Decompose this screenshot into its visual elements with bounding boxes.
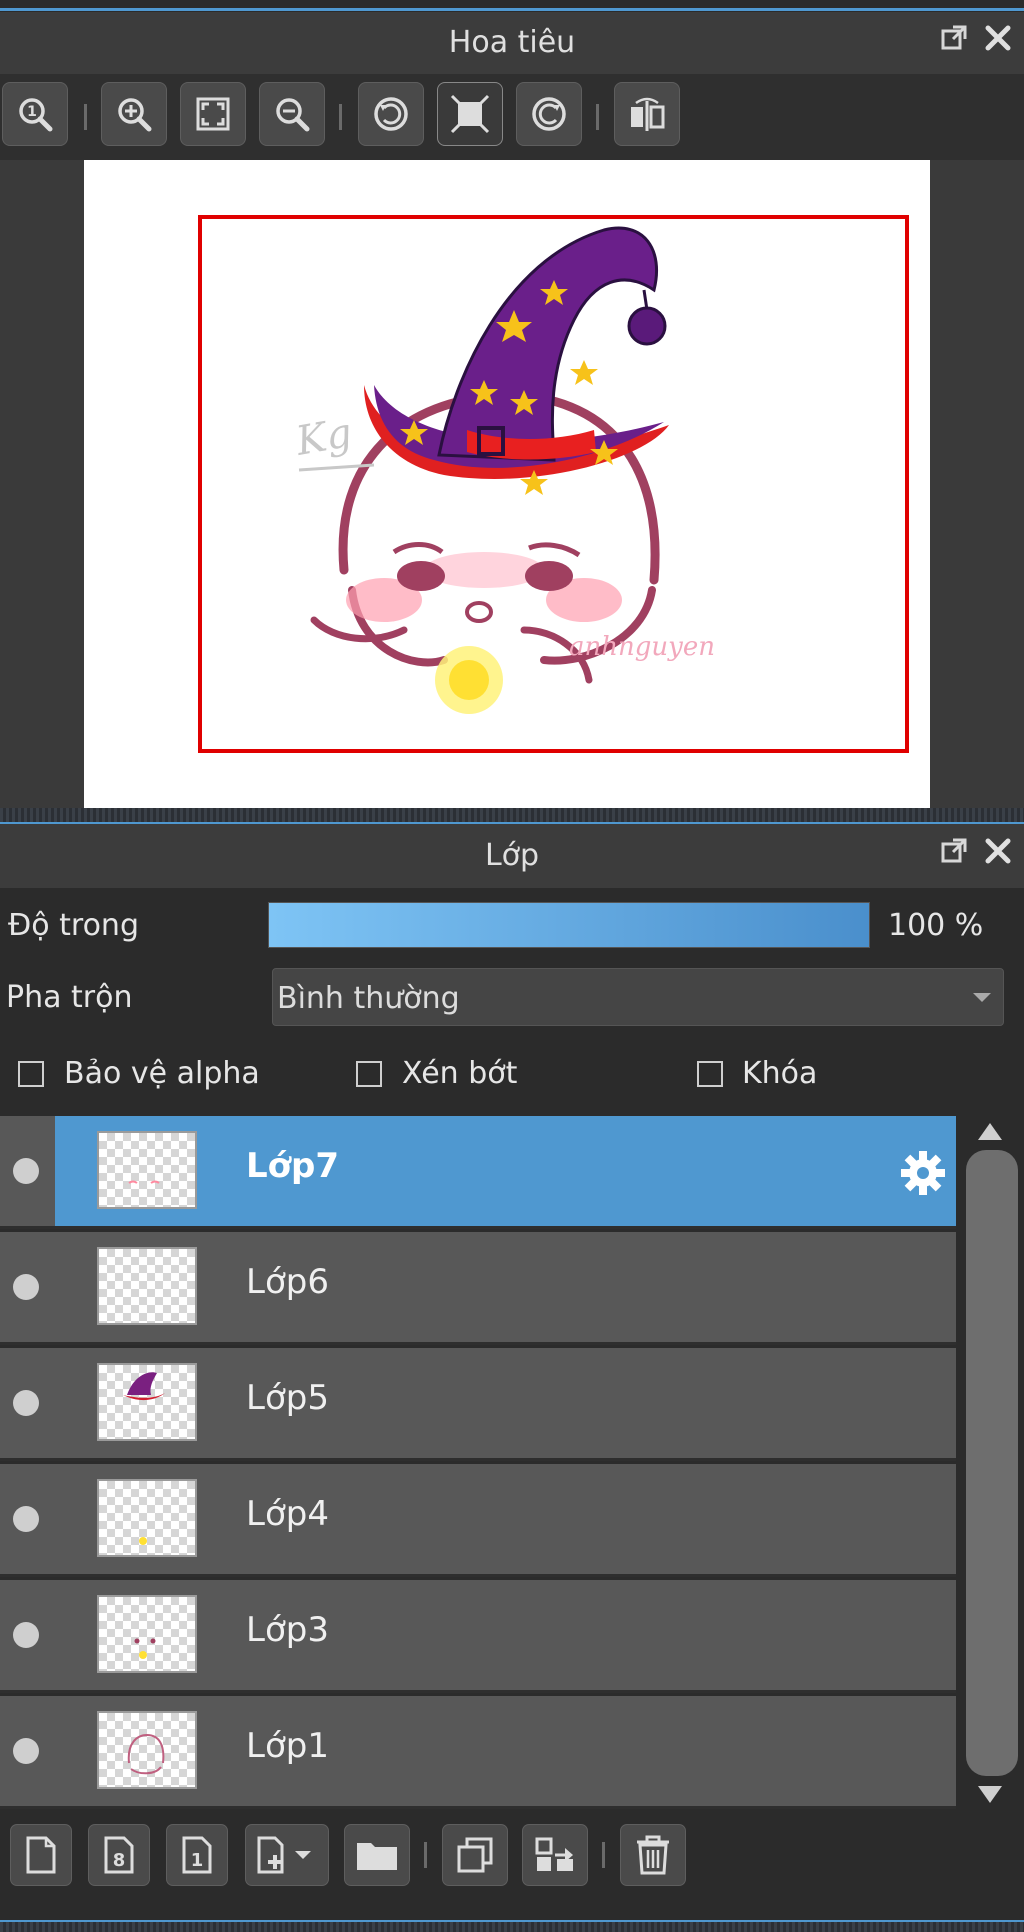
- visibility-toggle[interactable]: [13, 1390, 39, 1416]
- close-icon[interactable]: [984, 824, 1012, 888]
- top-border: [0, 8, 1024, 11]
- layer-name: Lớp5: [246, 1378, 329, 1418]
- gear-icon[interactable]: [898, 1148, 948, 1198]
- layers-title-bar: Lớp: [0, 824, 1024, 888]
- duplicate-layer-button[interactable]: [442, 1824, 508, 1886]
- svg-text:1: 1: [191, 1850, 204, 1871]
- new-1bit-layer-button[interactable]: 1: [166, 1824, 228, 1886]
- layer-row-6[interactable]: Lớp6: [0, 1232, 956, 1345]
- visibility-toggle[interactable]: [13, 1738, 39, 1764]
- visibility-toggle[interactable]: [13, 1158, 39, 1184]
- canvas-preview[interactable]: Kg anhnguyen: [84, 160, 930, 808]
- watermark-text: Kg: [292, 410, 356, 465]
- rotate-right-button[interactable]: [516, 82, 582, 146]
- layer-thumbnail: [97, 1479, 197, 1557]
- visibility-toggle[interactable]: [13, 1622, 39, 1648]
- opacity-value: 100 %: [888, 908, 984, 943]
- new-layer-button[interactable]: [10, 1824, 72, 1886]
- zoom-actual-size-button[interactable]: 1: [2, 82, 68, 146]
- new-folder-button[interactable]: [344, 1824, 410, 1886]
- panel-splitter[interactable]: [0, 808, 1024, 824]
- clipping-checkbox[interactable]: [356, 1061, 382, 1087]
- layer-thumbnail: [97, 1595, 197, 1673]
- scrollbar-thumb[interactable]: [966, 1150, 1018, 1776]
- popout-icon[interactable]: [940, 12, 968, 74]
- alpha-protect-checkbox[interactable]: [18, 1061, 44, 1087]
- layer-name: Lớp6: [246, 1262, 329, 1302]
- fit-to-window-icon: [196, 97, 230, 131]
- navigator-title-bar: Hoa tiêu: [0, 12, 1024, 74]
- lock-checkbox[interactable]: [697, 1061, 723, 1087]
- add-layer-menu-button[interactable]: [245, 1824, 329, 1886]
- duplicate-layer-icon: [457, 1837, 493, 1873]
- clipping-label: Xén bớt: [402, 1056, 518, 1091]
- opacity-label: Độ trong: [8, 908, 139, 943]
- layer-row-7[interactable]: Lớp7: [0, 1116, 956, 1229]
- delete-layer-icon: [637, 1835, 669, 1875]
- layer-row-4[interactable]: Lớp4: [0, 1464, 956, 1577]
- popout-icon[interactable]: [940, 824, 968, 888]
- layer-name: Lớp4: [246, 1494, 329, 1534]
- svg-text:1: 1: [27, 104, 37, 120]
- merge-down-icon: [535, 1837, 573, 1871]
- flip-horizontal-button[interactable]: [614, 82, 680, 146]
- layers-list: Lớp7 Lớp6 Lớp5 Lớp4 Lớp3 Lớp1: [0, 1116, 1024, 1810]
- layer-thumbnail: [97, 1247, 197, 1325]
- layer-thumbnail: [97, 1363, 197, 1441]
- flip-horizontal-icon: [631, 97, 665, 131]
- zoom-out-icon: [276, 98, 310, 132]
- navigator-title: Hoa tiêu: [448, 25, 576, 60]
- zoom-actual-size-icon: 1: [19, 98, 53, 132]
- delete-layer-button[interactable]: [620, 1824, 686, 1886]
- blend-mode-value: Bình thường: [277, 981, 460, 1016]
- signature-text: anhnguyen: [569, 632, 715, 662]
- rotate-left-button[interactable]: [358, 82, 424, 146]
- layer-thumbnail: [97, 1131, 197, 1209]
- alpha-protect-label: Bảo vệ alpha: [64, 1056, 260, 1091]
- lock-label: Khóa: [742, 1056, 818, 1091]
- zoom-in-button[interactable]: [101, 82, 167, 146]
- layer-name: Lớp3: [246, 1610, 329, 1650]
- rotate-right-icon: [532, 97, 566, 131]
- scroll-down-icon[interactable]: [976, 1784, 1004, 1806]
- new-layer-icon: [26, 1836, 56, 1874]
- reset-view-button[interactable]: [437, 82, 503, 146]
- blend-label: Pha trộn: [6, 980, 133, 1015]
- layer-row-5[interactable]: Lớp5: [0, 1348, 956, 1461]
- new-1bit-layer-icon: 1: [182, 1836, 212, 1874]
- opacity-slider-fill: [269, 903, 869, 947]
- layer-name: Lớp7: [246, 1146, 340, 1186]
- new-8bit-layer-button[interactable]: 8: [88, 1824, 150, 1886]
- layer-name: Lớp1: [246, 1726, 329, 1766]
- zoom-out-button[interactable]: [259, 82, 325, 146]
- visibility-toggle[interactable]: [13, 1274, 39, 1300]
- navigator-preview-area: Kg anhnguyen: [0, 160, 1024, 808]
- navigator-toolbar: 1: [0, 74, 1024, 160]
- reset-view-icon: [450, 94, 490, 134]
- fit-to-window-button[interactable]: [180, 82, 246, 146]
- zoom-in-icon: [118, 98, 152, 132]
- scroll-up-icon[interactable]: [976, 1120, 1004, 1142]
- scrollbar[interactable]: [960, 1116, 1024, 1810]
- folder-icon: [357, 1843, 397, 1870]
- bottom-border: [0, 1920, 1024, 1932]
- layer-row-1[interactable]: Lớp1: [0, 1696, 956, 1809]
- add-layer-menu-icon: [257, 1836, 311, 1874]
- chevron-down-icon: [973, 993, 991, 1002]
- opacity-slider[interactable]: [268, 902, 870, 948]
- new-8bit-layer-icon: 8: [104, 1836, 134, 1874]
- merge-down-button[interactable]: [522, 1824, 588, 1886]
- layers-bottom-toolbar: [0, 1810, 1024, 1920]
- blend-mode-dropdown[interactable]: Bình thường: [272, 968, 1004, 1026]
- layer-row-3[interactable]: Lớp3: [0, 1580, 956, 1693]
- layer-thumbnail: [97, 1711, 197, 1789]
- rotate-left-icon: [374, 97, 408, 131]
- artwork-preview: Kg anhnguyen: [198, 215, 909, 753]
- layers-title: Lớp: [484, 838, 540, 873]
- svg-text:8: 8: [113, 1850, 126, 1871]
- visibility-toggle[interactable]: [13, 1506, 39, 1532]
- close-icon[interactable]: [984, 12, 1012, 74]
